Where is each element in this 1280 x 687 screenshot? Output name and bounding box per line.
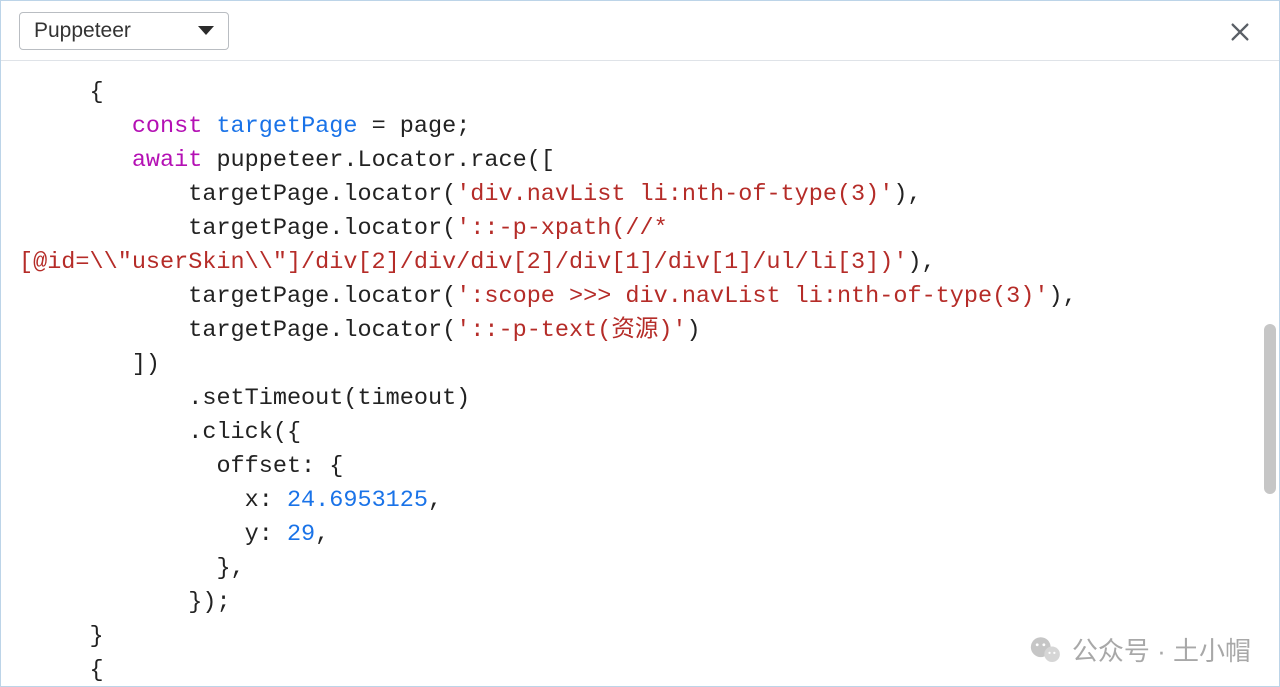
code-line: y: 29, xyxy=(19,521,329,548)
code-line: await puppeteer.Locator.race([ xyxy=(19,147,555,174)
code-line: targetPage.locator('div.navList li:nth-o… xyxy=(19,181,922,208)
code-line: }); xyxy=(19,589,231,616)
code-line: { xyxy=(19,657,104,684)
code-content: { const targetPage = page; await puppete… xyxy=(19,76,1275,686)
scrollbar[interactable] xyxy=(1263,79,1277,669)
code-line: offset: { xyxy=(19,453,343,480)
script-format-select[interactable]: Puppeteer xyxy=(19,12,229,50)
scrollbar-thumb[interactable] xyxy=(1264,324,1276,494)
code-line: ]) xyxy=(19,351,160,378)
code-line: x: 24.6953125, xyxy=(19,487,442,514)
code-line: targetPage.locator(':scope >>> div.navLi… xyxy=(19,283,1077,310)
code-line: { xyxy=(19,79,104,106)
code-line: .setTimeout(timeout) xyxy=(19,385,470,412)
code-line: }, xyxy=(19,555,245,582)
close-button[interactable] xyxy=(1227,19,1253,45)
chevron-down-icon xyxy=(198,26,214,35)
select-value: Puppeteer xyxy=(34,19,131,43)
code-area[interactable]: { const targetPage = page; await puppete… xyxy=(1,62,1279,686)
code-line: .click({ xyxy=(19,419,301,446)
toolbar: Puppeteer xyxy=(1,1,1279,61)
code-line: targetPage.locator('::-p-xpath(//* xyxy=(19,215,668,242)
code-line: [@id=\\"userSkin\\"]/div[2]/div/div[2]/d… xyxy=(19,249,936,276)
close-icon xyxy=(1229,21,1251,43)
code-line: targetPage.locator('::-p-text(资源)') xyxy=(19,317,701,344)
code-line: } xyxy=(19,623,104,650)
code-line: const targetPage = page; xyxy=(19,113,470,140)
recorder-panel: Puppeteer { const targetPage = page; awa… xyxy=(0,0,1280,687)
